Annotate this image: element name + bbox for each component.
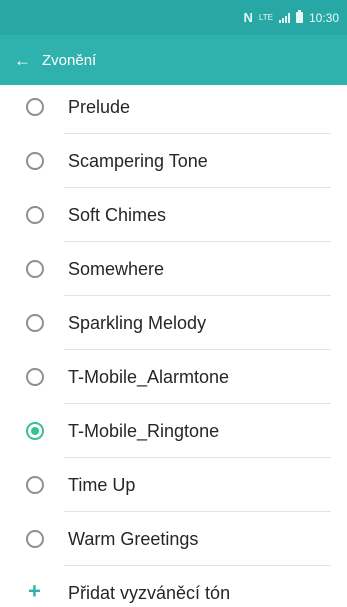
ringtone-item-t-mobile-alarmtone[interactable]: T-Mobile_Alarmtone: [0, 350, 347, 404]
radio-button[interactable]: [26, 314, 44, 332]
radio-button[interactable]: [26, 260, 44, 278]
radio-button[interactable]: [26, 152, 44, 170]
page-title: Zvonění: [42, 51, 97, 69]
ringtone-item-scampering-tone[interactable]: Scampering Tone: [0, 134, 347, 188]
ringtone-item-t-mobile-ringtone[interactable]: T-Mobile_Ringtone: [0, 404, 347, 458]
ringtone-list: Prelude Scampering Tone Soft Chimes Some…: [0, 80, 347, 607]
add-ringtone-label: Přidat vyzváněcí tón: [68, 582, 231, 603]
ringtone-item-somewhere[interactable]: Somewhere: [0, 242, 347, 296]
nfc-icon: N: [243, 10, 253, 25]
ringtone-item-sparkling-melody[interactable]: Sparkling Melody: [0, 296, 347, 350]
ringtone-label: T-Mobile_Ringtone: [68, 420, 220, 441]
radio-button[interactable]: [26, 368, 44, 386]
app-bar: ← Zvonění: [0, 35, 347, 85]
status-time: 10:30: [308, 10, 339, 25]
ringtone-item-warm-greetings[interactable]: Warm Greetings: [0, 512, 347, 566]
arrow-left-icon[interactable]: ←: [14, 52, 36, 69]
ringtone-item-prelude[interactable]: Prelude: [0, 80, 347, 134]
status-bar: N LTE 10:30: [0, 0, 347, 35]
ringtone-label: Time Up: [68, 474, 136, 495]
battery-icon: [295, 10, 303, 23]
ringtone-item-soft-chimes[interactable]: Soft Chimes: [0, 188, 347, 242]
radio-button[interactable]: [26, 476, 44, 494]
ringtone-label: Prelude: [68, 96, 131, 117]
radio-button[interactable]: [26, 98, 44, 116]
ringtone-label: T-Mobile_Alarmtone: [68, 366, 230, 387]
ringtone-label: Scampering Tone: [68, 150, 208, 171]
radio-button[interactable]: [26, 206, 44, 224]
add-ringtone-button[interactable]: + Přidat vyzváněcí tón: [0, 566, 347, 607]
ringtone-item-time-up[interactable]: Time Up: [0, 458, 347, 512]
radio-button-selected[interactable]: [26, 422, 44, 440]
ringtone-label: Somewhere: [68, 258, 165, 279]
plus-icon: +: [28, 578, 41, 604]
lte-icon: LTE: [258, 12, 273, 22]
ringtone-label: Soft Chimes: [68, 204, 167, 225]
signal-icon: [278, 12, 290, 23]
radio-button[interactable]: [26, 530, 44, 548]
ringtone-label: Warm Greetings: [68, 528, 199, 549]
ringtone-label: Sparkling Melody: [68, 312, 207, 333]
